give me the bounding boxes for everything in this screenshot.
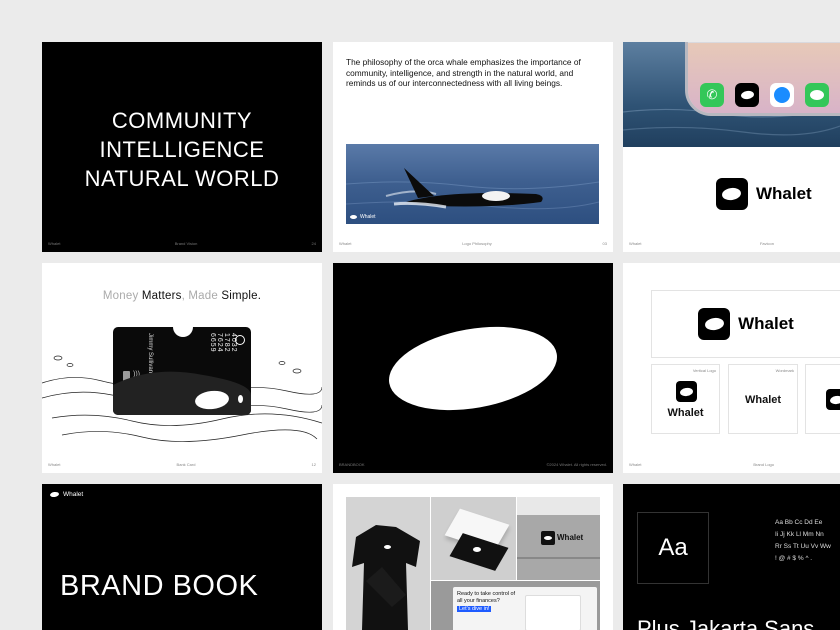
photo-tag: Whalet	[360, 214, 376, 220]
safari-app-icon[interactable]	[770, 83, 794, 107]
glyph-row: Aa Bb Cc Dd Ee	[775, 519, 823, 526]
mastercard-icon	[235, 335, 245, 345]
footer-left: Whalet	[629, 241, 642, 246]
footer-center: Logo Philosophy	[462, 241, 492, 246]
orca-logo-icon	[49, 491, 60, 498]
whalet-logo-icon	[826, 389, 840, 410]
footer-center: Favicon	[759, 241, 774, 246]
font-name: Plus Jakarta Sans	[637, 616, 815, 630]
footer-center: Bank Card	[176, 462, 196, 467]
vision-line-2: INTELLIGENCE	[99, 137, 265, 162]
footer-center: Brand Vision	[174, 241, 198, 246]
whalet-logo-icon	[698, 308, 731, 340]
building-sign: Whalet	[557, 533, 584, 542]
orca-illustration	[346, 168, 599, 210]
icon-panel	[805, 364, 840, 434]
font-specimen-box: Aa	[637, 512, 709, 584]
building-mockup: Whalet	[517, 497, 600, 580]
tshirt-logo-icon	[384, 545, 391, 549]
tagline: Money Matters, Made Simple.	[102, 290, 262, 302]
philosophy-text: The philosophy of the orca whale emphasi…	[346, 57, 581, 88]
slide-favicon[interactable]: ✆ Whalet Whalet Favicon	[623, 42, 840, 252]
business-card-mockup	[431, 497, 516, 580]
slide-cover[interactable]: Whalet BRAND BOOK	[42, 484, 322, 630]
slide-logo-symbol[interactable]: BRANDBOOK ©2024 Whalet. All rights reser…	[333, 263, 613, 473]
footer-left: Whalet	[629, 462, 642, 467]
glyph-row: Rr Ss Tt Uu Vv Ww	[775, 543, 831, 550]
footer-page: 24	[311, 241, 316, 246]
brand-name: Whalet	[63, 491, 84, 498]
primary-logo-panel: Whalet	[651, 290, 840, 358]
footer-left: Whalet	[48, 241, 61, 246]
slide-typography[interactable]: Aa Aa Bb Cc Dd Ee Ii Jj Kk Ll Mm Nn Rr S…	[623, 484, 840, 630]
wordmark-panel: Wordmark Whalet	[728, 364, 798, 434]
bank-card: Jimmy Sullivan 4032 1782 7624 6659 )))	[113, 327, 251, 415]
footer-left: Whalet	[339, 241, 352, 246]
glyph-row: ! @ # $ % ^ .	[775, 555, 813, 562]
billboard-cta: Let's dive in!	[457, 606, 492, 612]
slide-brand-vision[interactable]: COMMUNITY INTELLIGENCE NATURAL WORLD Wha…	[42, 42, 322, 252]
billboard-text: Ready to take control of all your financ…	[457, 591, 516, 604]
font-specimen: Aa	[658, 534, 688, 561]
footer-left: BRANDBOOK	[339, 462, 365, 467]
orca-photo: Whalet	[346, 144, 599, 224]
whalet-app-icon[interactable]	[735, 83, 759, 107]
footer-page: 03	[602, 241, 607, 246]
slide-bank-card[interactable]: Money Matters, Made Simple. Jimmy Sulliv…	[42, 263, 322, 473]
vertical-logo-panel: Vertical Logo Whalet	[651, 364, 720, 434]
slide-mockups[interactable]: Whalet Ready to take control of all your…	[333, 484, 613, 630]
tshirt-mockup	[346, 497, 430, 630]
wordmark: Whalet	[756, 184, 812, 203]
wordmark: Whalet	[738, 314, 794, 333]
phone-app-icon[interactable]: ✆	[700, 83, 724, 107]
vision-line-3: NATURAL WORLD	[84, 166, 280, 191]
panel-label: Vertical Logo	[692, 368, 716, 373]
messages-app-icon[interactable]	[805, 83, 829, 107]
footer-left: Whalet	[48, 462, 61, 467]
sea-photo: ✆	[623, 42, 840, 147]
vision-line-1: COMMUNITY	[111, 108, 253, 133]
billboard-mockup: Ready to take control of all your financ…	[431, 581, 600, 630]
glyph-row: Ii Jj Kk Ll Mm Nn	[775, 531, 824, 538]
whalet-logo-icon	[716, 178, 748, 210]
footer-center: Brand Logo	[753, 462, 774, 467]
slide-logo-philosophy[interactable]: The philosophy of the orca whale emphasi…	[333, 42, 613, 252]
slide-brand-logo[interactable]: Whalet Vertical Logo Whalet Wordmark Wha…	[623, 263, 840, 473]
orca-logo-icon	[350, 215, 357, 219]
footer-page: 12	[311, 462, 316, 467]
panel-label: Wordmark	[775, 368, 794, 373]
cover-title: BRAND BOOK	[60, 570, 259, 602]
footer-copyright: ©2024 Whalet. All rights reserved.	[546, 462, 607, 467]
orca-symbol-icon	[382, 314, 564, 423]
whalet-logo-icon	[676, 381, 697, 402]
phone-mockup: ✆	[685, 42, 840, 116]
